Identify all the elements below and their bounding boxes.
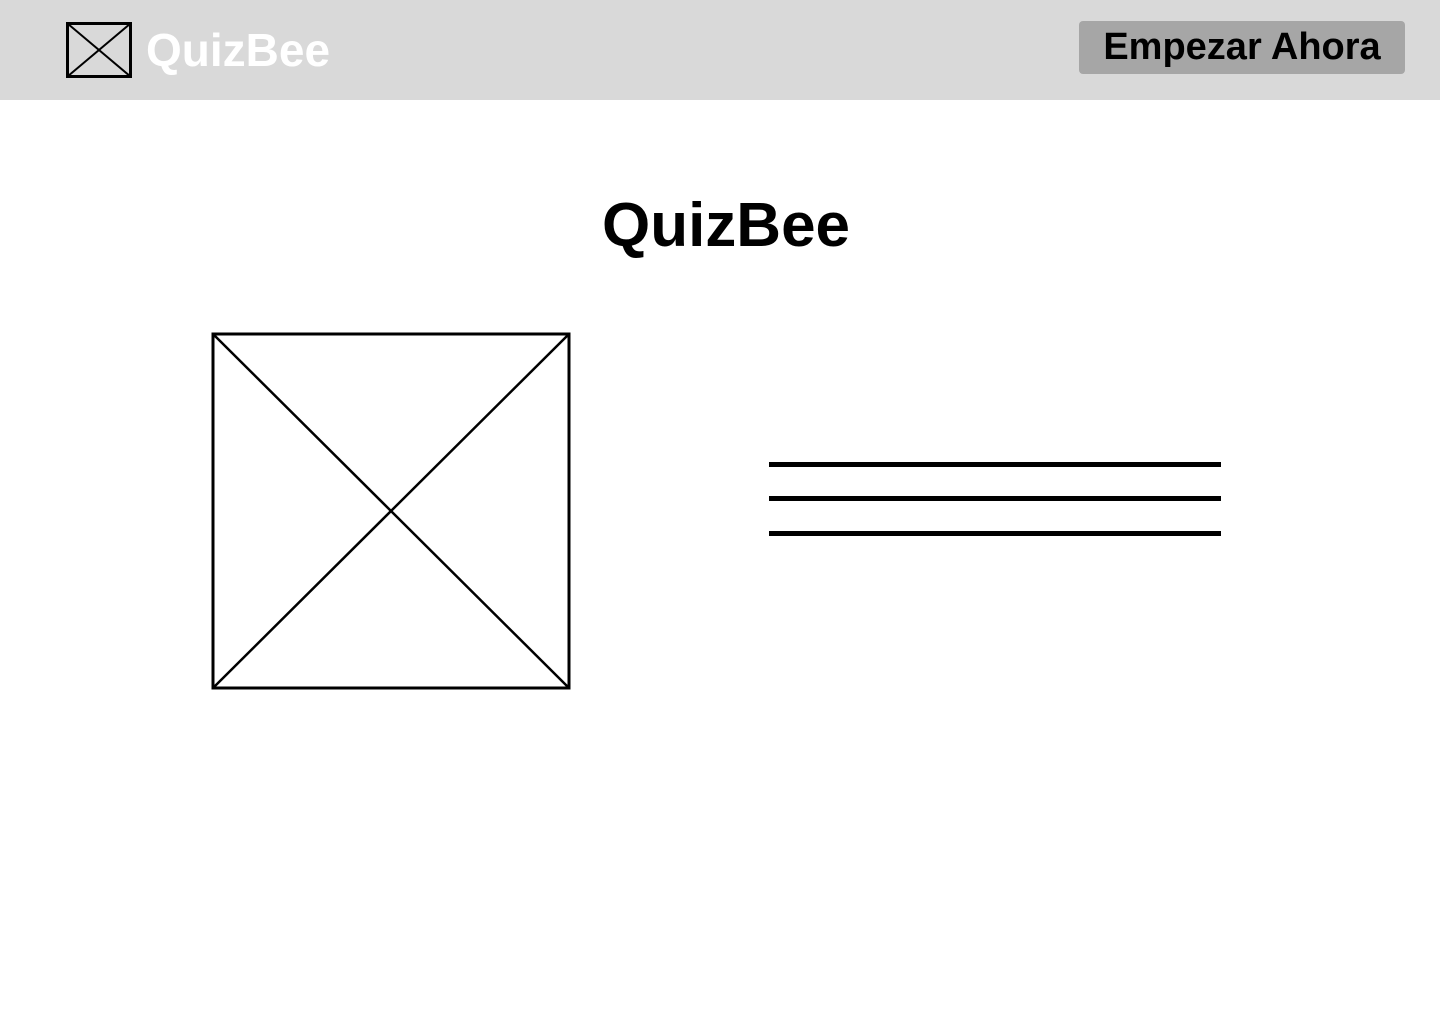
start-now-button[interactable]: Empezar Ahora xyxy=(1079,21,1405,74)
page-title: QuizBee xyxy=(601,191,851,260)
text-placeholder-line xyxy=(769,462,1221,467)
image-placeholder-icon xyxy=(211,332,571,690)
top-navbar: QuizBee Empezar Ahora xyxy=(0,0,1440,100)
brand-name[interactable]: QuizBee xyxy=(146,22,330,78)
hero-image-placeholder xyxy=(211,332,571,690)
text-placeholder-line xyxy=(769,531,1221,536)
landing-page: QuizBee Empezar Ahora QuizBee xyxy=(0,0,1440,1024)
image-placeholder-icon xyxy=(66,22,132,78)
text-placeholder-line xyxy=(769,496,1221,501)
text-placeholder xyxy=(769,460,1221,540)
